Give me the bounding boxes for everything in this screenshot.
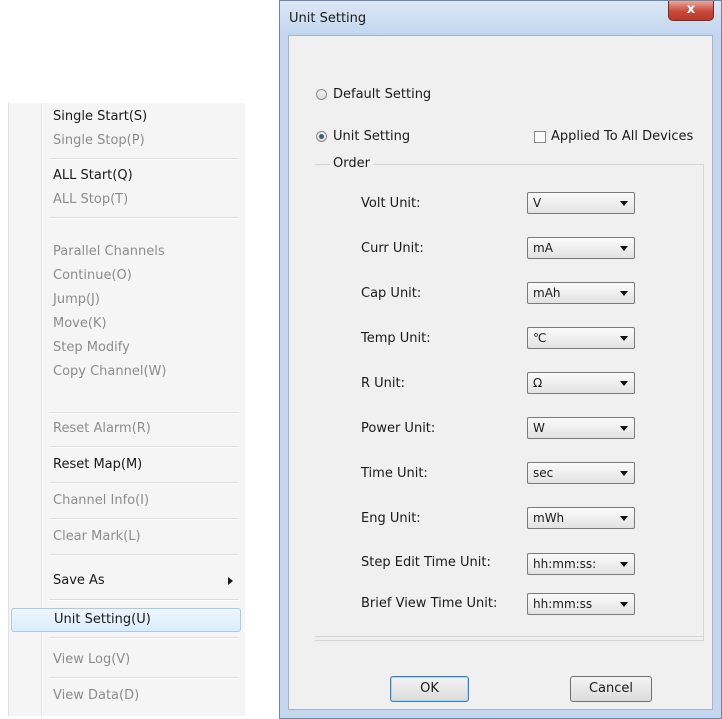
menu-separator — [49, 677, 239, 679]
menu-separator — [49, 637, 239, 639]
chevron-down-icon — [620, 471, 628, 476]
checkbox-label: Applied To All Devices — [551, 129, 694, 144]
cap-unit-label: Cap Unit: — [361, 286, 422, 301]
menu-item-all-start[interactable]: ALL Start(Q) — [11, 164, 241, 188]
select-value: mA — [533, 241, 553, 255]
menu-item-copy-channel[interactable]: Copy Channel(W) — [11, 360, 241, 384]
menu-item-reset-alarm[interactable]: Reset Alarm(R) — [11, 417, 241, 441]
chevron-down-icon — [620, 562, 628, 567]
menu-item-all-stop[interactable]: ALL Stop(T) — [11, 188, 241, 212]
menu-separator — [49, 217, 239, 219]
menu-separator — [49, 554, 239, 556]
radio-unit-setting[interactable]: Unit Setting — [316, 129, 410, 144]
r-unit-label: R Unit: — [361, 376, 406, 391]
menu-item-label: Save As — [53, 573, 105, 588]
radio-button-icon — [316, 89, 327, 100]
time-unit-select[interactable]: sec — [527, 462, 635, 484]
select-value: mAh — [533, 286, 561, 300]
unit-setting-dialog: Unit Setting x Default Setting Unit Sett… — [279, 0, 722, 719]
radio-label: Unit Setting — [333, 129, 411, 144]
radio-button-checked-icon — [316, 131, 327, 142]
menu-item-unit-setting[interactable]: Unit Setting(U) — [11, 608, 241, 632]
curr-unit-label: Curr Unit: — [361, 241, 424, 256]
select-value: mWh — [533, 511, 565, 525]
select-value: V — [533, 196, 542, 210]
menu-item-move[interactable]: Move(K) — [11, 312, 241, 336]
select-value: sec — [533, 466, 554, 480]
ok-button[interactable]: OK — [390, 676, 469, 702]
dialog-title: Unit Setting — [289, 11, 367, 26]
chevron-down-icon — [620, 426, 628, 431]
checkbox-icon — [534, 130, 546, 143]
temp-unit-label: Temp Unit: — [361, 331, 431, 346]
menu-item-reset-map[interactable]: Reset Map(M) — [11, 453, 241, 477]
eng-unit-label: Eng Unit: — [361, 511, 421, 526]
time-unit-label: Time Unit: — [361, 466, 428, 481]
menu-separator — [49, 599, 239, 601]
menu-item-single-stop[interactable]: Single Stop(P) — [11, 129, 241, 153]
context-menu: Single Start(S) Single Stop(P) ALL Start… — [8, 103, 245, 716]
chevron-down-icon — [620, 516, 628, 521]
submenu-arrow-icon — [228, 577, 233, 585]
menu-separator — [49, 158, 239, 160]
step-edit-time-unit-select[interactable]: hh:mm:ss: — [527, 553, 635, 575]
radio-label: Default Setting — [333, 87, 432, 102]
step-edit-time-unit-label: Step Edit Time Unit: — [361, 555, 491, 570]
cancel-button[interactable]: Cancel — [570, 676, 652, 702]
eng-unit-select[interactable]: mWh — [527, 507, 635, 529]
chevron-down-icon — [620, 602, 628, 607]
close-button[interactable]: x — [668, 1, 714, 21]
dialog-client-area: Default Setting Unit Setting Applied To … — [288, 35, 713, 710]
menu-item-jump[interactable]: Jump(J) — [11, 288, 241, 312]
menu-separator — [49, 446, 239, 448]
order-group-label: Order — [330, 156, 373, 171]
menu-separator — [49, 412, 239, 414]
chevron-down-icon — [620, 381, 628, 386]
chevron-down-icon — [620, 246, 628, 251]
menu-item-single-start[interactable]: Single Start(S) — [11, 105, 241, 129]
power-unit-label: Power Unit: — [361, 421, 436, 436]
select-value: W — [533, 421, 545, 435]
radio-default-setting[interactable]: Default Setting — [316, 87, 431, 102]
cap-unit-select[interactable]: mAh — [527, 282, 635, 304]
menu-item-step-modify[interactable]: Step Modify — [11, 336, 241, 360]
select-value: hh:mm:ss: — [533, 557, 597, 571]
menu-item-parallel-channels[interactable]: Parallel Channels — [11, 240, 241, 264]
menu-separator — [49, 482, 239, 484]
chevron-down-icon — [620, 291, 628, 296]
menu-item-clear-mark[interactable]: Clear Mark(L) — [11, 525, 241, 549]
curr-unit-select[interactable]: mA — [527, 237, 635, 259]
select-value: Ω — [533, 376, 543, 390]
dialog-titlebar[interactable]: Unit Setting x — [280, 1, 721, 35]
chevron-down-icon — [620, 201, 628, 206]
menu-item-save-as[interactable]: Save As — [11, 569, 241, 593]
applied-to-all-devices-checkbox[interactable]: Applied To All Devices — [534, 129, 693, 144]
select-value: hh:mm:ss — [533, 597, 593, 611]
volt-unit-label: Volt Unit: — [361, 196, 421, 211]
volt-unit-select[interactable]: V — [527, 192, 635, 214]
divider — [315, 636, 703, 637]
temp-unit-select[interactable]: ℃ — [527, 327, 635, 349]
menu-item-continue[interactable]: Continue(O) — [11, 264, 241, 288]
menu-item-view-log[interactable]: View Log(V) — [11, 648, 241, 672]
brief-view-time-unit-label: Brief View Time Unit: — [361, 596, 498, 611]
close-icon: x — [686, 2, 696, 17]
chevron-down-icon — [620, 336, 628, 341]
brief-view-time-unit-select[interactable]: hh:mm:ss — [527, 593, 635, 615]
r-unit-select[interactable]: Ω — [527, 372, 635, 394]
power-unit-select[interactable]: W — [527, 417, 635, 439]
menu-item-view-data[interactable]: View Data(D) — [11, 684, 241, 708]
select-value: ℃ — [533, 331, 547, 345]
menu-item-channel-info[interactable]: Channel Info(I) — [11, 489, 241, 513]
menu-separator — [49, 518, 239, 520]
